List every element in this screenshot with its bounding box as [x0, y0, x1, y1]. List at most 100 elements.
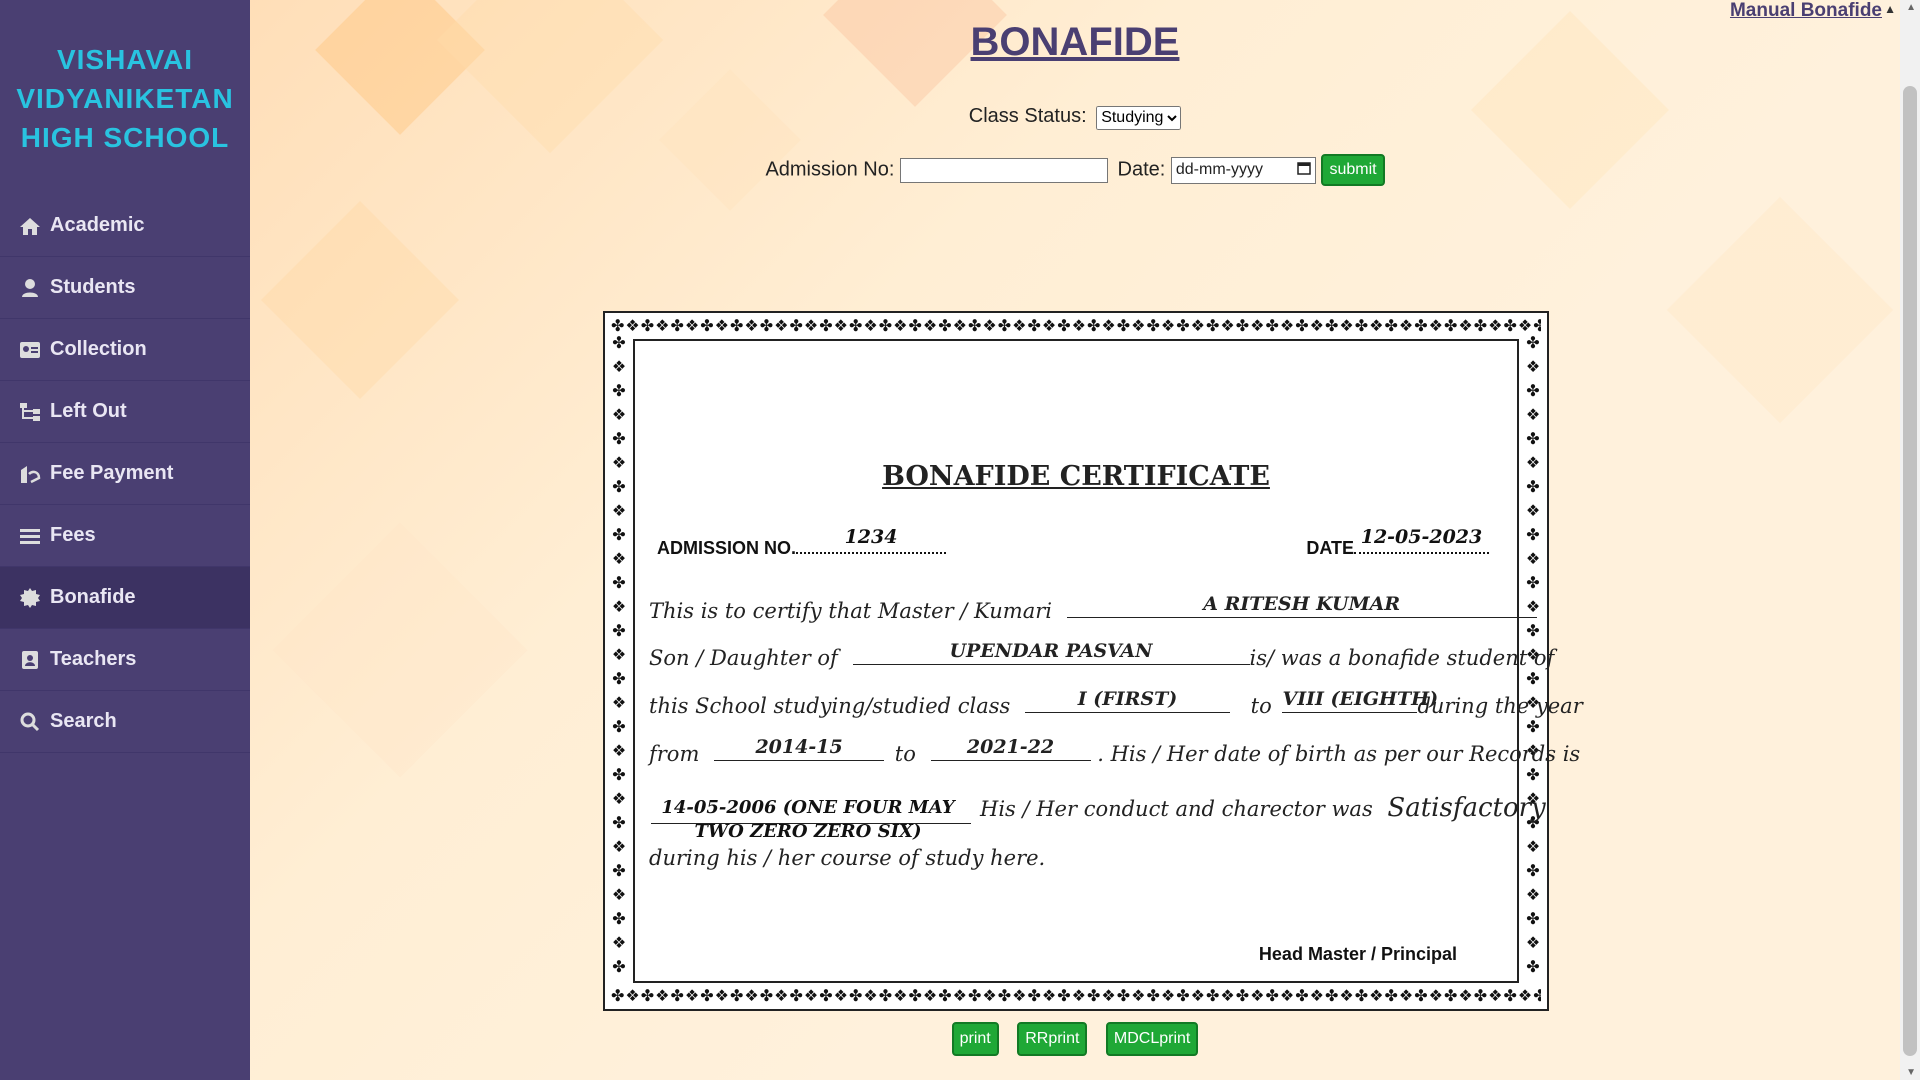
sidebar-item-label: Academic — [50, 214, 145, 236]
scroll-thumb[interactable] — [1903, 86, 1917, 1056]
date-placeholder: dd-mm-yyyy — [1175, 161, 1263, 178]
list-icon — [18, 525, 42, 547]
student-name-blank: A RITESH KUMAR — [1066, 593, 1537, 618]
year-to: 2021-22 — [966, 736, 1055, 758]
sidebar-item-students[interactable]: Students — [0, 257, 250, 319]
class-status-row: Class Status: Studying — [250, 105, 1900, 130]
sitemap-icon — [18, 401, 42, 423]
year-to-blank: 2021-22 — [930, 736, 1091, 761]
certificate-line-4: from 2014-15 to 2021-22 . His / Her date… — [649, 736, 1580, 766]
to-word: to — [1250, 694, 1272, 718]
scroll-up-icon[interactable]: ▲ — [1906, 2, 1916, 13]
bonafide-certificate: ✤❖✤❖✤❖✤❖✤❖✤❖✤❖✤❖✤❖✤❖✤❖✤❖✤❖✤❖✤❖✤❖✤❖✤❖✤❖✤❖… — [603, 311, 1583, 1011]
rrprint-button[interactable]: RRprint — [1017, 1022, 1088, 1056]
parent-name: UPENDAR PASVAN — [949, 640, 1153, 662]
manual-bonafide-link[interactable]: Manual Bonafide — [1730, 0, 1882, 22]
main-content: BONAFIDE Manual Bonafide ▲ Class Status:… — [250, 0, 1900, 1080]
bg-shape — [659, 69, 801, 211]
line2-prefix: Son / Daughter of — [649, 646, 838, 670]
certificate-line-1: This is to certify that Master / Kumari … — [649, 593, 1537, 623]
admission-input[interactable] — [899, 157, 1108, 183]
class-from: I (FIRST) — [1077, 688, 1178, 710]
page-title: BONAFIDE — [970, 20, 1180, 64]
submit-button[interactable]: submit — [1321, 154, 1385, 186]
ornamental-border-bottom: ✤❖✤❖✤❖✤❖✤❖✤❖✤❖✤❖✤❖✤❖✤❖✤❖✤❖✤❖✤❖✤❖✤❖✤❖✤❖✤❖… — [611, 986, 1541, 1005]
sidebar-item-label: Fees — [50, 524, 96, 546]
bg-shape — [261, 201, 459, 399]
ornamental-border-top: ✤❖✤❖✤❖✤❖✤❖✤❖✤❖✤❖✤❖✤❖✤❖✤❖✤❖✤❖✤❖✤❖✤❖✤❖✤❖✤❖… — [611, 316, 1541, 335]
from-word: from — [649, 742, 700, 766]
sidebar-item-fees[interactable]: Fees — [0, 505, 250, 567]
line3-prefix: this School studying/studied class — [649, 694, 1011, 718]
class-to-blank: VIII (EIGHTH) — [1282, 688, 1439, 713]
sidebar-item-fee-payment[interactable]: Fee Payment — [0, 443, 250, 505]
admission-no-value: 1234 — [844, 526, 898, 548]
to-word: to — [894, 742, 916, 766]
home-icon — [18, 215, 42, 237]
certificate-date-label: DATE — [1306, 538, 1354, 558]
sidebar-item-label: Students — [50, 276, 136, 298]
print-buttons: print RRprint MDCLprint — [250, 1022, 1900, 1056]
line5-text: His / Her conduct and charector was — [980, 797, 1373, 821]
student-name: A RITESH KUMAR — [1203, 593, 1401, 615]
sidebar-item-label: Fee Payment — [50, 462, 174, 484]
payment-icon — [18, 463, 42, 485]
sidebar-item-label: Bonafide — [50, 586, 136, 608]
school-name: VISHAVAI VIDYANIKETAN HIGH SCHOOL — [16, 44, 234, 153]
certificate-line-5: His / Her conduct and charector was Sati… — [980, 793, 1546, 823]
search-icon — [18, 711, 42, 733]
date-input[interactable]: dd-mm-yyyy — [1170, 156, 1316, 184]
date-label: Date: — [1117, 158, 1166, 181]
certificate-date-dots: 12-05-2023 — [1354, 526, 1489, 554]
mdclprint-button[interactable]: MDCLprint — [1105, 1022, 1199, 1056]
class-from-blank: I (FIRST) — [1024, 688, 1230, 713]
scroll-down-icon[interactable]: ▼ — [1906, 1067, 1916, 1078]
certificate-body: BONAFIDE CERTIFICATE ADMISSION NO. 1234 D… — [633, 339, 1583, 983]
vertical-scrollbar[interactable]: ▲ ▼ — [1900, 0, 1920, 1080]
certificate-icon — [18, 587, 42, 609]
certificate-date: DATE 12-05-2023 — [1306, 526, 1489, 559]
year-from-blank: 2014-15 — [714, 736, 885, 761]
class-status-select[interactable]: Studying — [1096, 105, 1182, 130]
print-button[interactable]: print — [951, 1022, 999, 1056]
sidebar-item-teachers[interactable]: Teachers — [0, 629, 250, 691]
admission-label: Admission No: — [765, 158, 895, 181]
sidebar-nav: Academic Students Collection Left Out Fe… — [0, 195, 250, 753]
user-icon — [18, 277, 42, 299]
ornamental-border-left: ✤ ❖ ✤ ❖ ✤ ❖ ✤ ❖ ✤ ❖ ✤ ❖ ✤ ❖ ✤ ❖ ✤ ❖ ✤ ❖ ✤ ❖ ✤ ❖ ✤ ❖ ✤ — [611, 333, 627, 976]
certificate-line-3: this School studying/studied class I (FI… — [649, 688, 1583, 718]
parent-name-blank: UPENDAR PASVAN — [852, 640, 1250, 665]
badge-icon — [18, 649, 42, 671]
sidebar-item-bonafide[interactable]: Bonafide — [0, 567, 250, 629]
date-of-birth: 14-05-2006 (ONE FOUR MAY TWO ZERO ZERO S… — [661, 797, 955, 842]
certificate-line-2: Son / Daughter of UPENDAR PASVAN is/ was … — [649, 640, 1554, 670]
sidebar-item-left-out[interactable]: Left Out — [0, 381, 250, 443]
sidebar-item-label: Search — [50, 710, 117, 732]
admission-no-label: ADMISSION NO. — [657, 538, 797, 558]
certificate-date-value: 12-05-2023 — [1360, 526, 1483, 548]
sidebar-item-collection[interactable]: Collection — [0, 319, 250, 381]
bg-shape — [272, 522, 528, 778]
certificate-admission: ADMISSION NO. 1234 — [657, 526, 947, 559]
signature-label: Head Master / Principal — [1258, 944, 1457, 964]
bg-shape — [1666, 196, 1894, 424]
year-from: 2014-15 — [755, 736, 843, 758]
certificate-title: BONAFIDE CERTIFICATE — [882, 461, 1270, 492]
calendar-icon[interactable] — [1297, 161, 1311, 180]
id-card-icon — [18, 339, 42, 361]
certificate-line-6: during his / her course of study here. — [649, 846, 1046, 870]
sidebar-item-label: Teachers — [50, 648, 137, 670]
sidebar-item-academic[interactable]: Academic — [0, 195, 250, 257]
line1-prefix: This is to certify that Master / Kumari — [649, 599, 1052, 623]
dob-underline — [651, 823, 971, 824]
sidebar: VISHAVAI VIDYANIKETAN HIGH SCHOOL Academ… — [0, 0, 250, 1080]
admission-row: Admission No: Date: dd-mm-yyyy submit — [250, 154, 1900, 186]
line2-suffix: is/ was a bonafide student of — [1249, 646, 1555, 670]
caret-up-icon: ▲ — [1884, 2, 1896, 16]
conduct-value: Satisfactory — [1387, 793, 1546, 823]
line4-suffix: . His / Her date of birth as per our Rec… — [1097, 742, 1581, 766]
sidebar-item-search[interactable]: Search — [0, 691, 250, 753]
class-to: VIII (EIGHTH) — [1282, 688, 1439, 710]
admission-no-dots: 1234 — [796, 526, 947, 554]
sidebar-item-label: Left Out — [50, 400, 127, 422]
